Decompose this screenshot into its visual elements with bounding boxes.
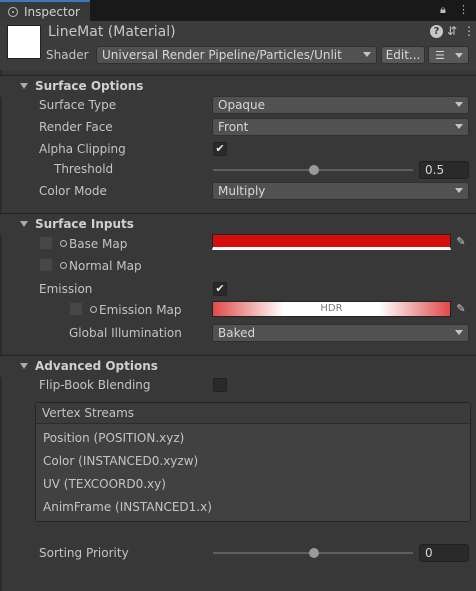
vertex-streams-header: Vertex Streams xyxy=(36,403,470,424)
global-illumination-value: Baked xyxy=(218,326,256,340)
edit-button[interactable]: Edit... xyxy=(381,46,425,64)
color-mode-dropdown[interactable]: Multiply xyxy=(212,182,469,200)
surface-type-dropdown[interactable]: Opaque xyxy=(212,96,469,114)
list-item[interactable]: AnimFrame (INSTANCED1.x) xyxy=(43,500,212,514)
flip-book-label: Flip-Book Blending xyxy=(39,378,151,392)
tab-label: Inspector xyxy=(24,4,80,19)
flip-book-checkbox[interactable] xyxy=(213,378,227,392)
sorting-priority-slider-thumb[interactable] xyxy=(309,548,319,558)
render-face-label: Render Face xyxy=(39,120,113,134)
tab-inspector[interactable]: Inspector xyxy=(0,0,90,21)
section-advanced-options[interactable]: Advanced Options xyxy=(0,355,476,377)
emission-checkbox[interactable]: ✔ xyxy=(213,282,227,296)
threshold-field[interactable]: 0.5 xyxy=(419,161,469,179)
settings-sliders-icon[interactable]: ⇵ xyxy=(447,24,457,38)
kebab-menu-icon[interactable]: ⋮ xyxy=(463,24,475,38)
render-face-dropdown[interactable]: Front xyxy=(212,118,469,136)
object-picker-icon[interactable] xyxy=(60,240,67,247)
material-title: LineMat (Material) xyxy=(48,24,176,40)
section-title: Surface Options xyxy=(35,79,144,93)
foldout-arrow-icon xyxy=(20,221,28,227)
alpha-clipping-checkbox[interactable]: ✔ xyxy=(213,142,227,156)
foldout-arrow-icon xyxy=(20,83,28,89)
alpha-clipping-label: Alpha Clipping xyxy=(39,142,126,156)
chevron-down-icon xyxy=(455,188,463,193)
shader-label: Shader xyxy=(46,48,89,62)
lock-icon[interactable]: 🔒︎ xyxy=(440,3,446,17)
eyedropper-icon[interactable]: ✎ xyxy=(454,235,468,249)
vertex-streams-title: Vertex Streams xyxy=(42,406,135,420)
list-icon: ☰ xyxy=(435,49,445,62)
color-mode-value: Multiply xyxy=(218,184,266,198)
chevron-down-icon xyxy=(455,124,463,129)
shader-dropdown[interactable]: Universal Render Pipeline/Particles/Unli… xyxy=(96,46,377,64)
emission-label: Emission xyxy=(39,282,93,296)
surface-type-label: Surface Type xyxy=(39,98,117,112)
chevron-down-icon xyxy=(455,330,463,335)
section-surface-inputs[interactable]: Surface Inputs xyxy=(0,213,476,235)
foldout-arrow-icon xyxy=(20,363,28,369)
chevron-down-icon xyxy=(455,53,463,58)
panel-left-edge xyxy=(0,70,2,591)
emission-color-field[interactable]: HDR xyxy=(212,301,451,317)
list-item[interactable]: Position (POSITION.xyz) xyxy=(43,431,184,445)
eyedropper-icon[interactable]: ✎ xyxy=(454,302,468,316)
color-mode-label: Color Mode xyxy=(39,184,107,198)
chevron-down-icon xyxy=(363,52,371,57)
base-map-color-field[interactable] xyxy=(212,234,451,250)
base-map-label: Base Map xyxy=(69,237,128,251)
render-face-value: Front xyxy=(218,120,249,134)
material-preview-swatch[interactable] xyxy=(7,25,41,59)
chevron-down-icon xyxy=(455,102,463,107)
list-item[interactable]: UV (TEXCOORD0.xy) xyxy=(43,477,166,491)
info-icon xyxy=(8,6,18,17)
list-item[interactable]: Color (INSTANCED0.xyzw) xyxy=(43,454,198,468)
sorting-priority-label: Sorting Priority xyxy=(39,546,129,560)
hdr-badge: HDR xyxy=(320,303,343,314)
normal-map-texture-slot[interactable] xyxy=(39,258,53,272)
sorting-priority-field[interactable]: 0 xyxy=(419,544,469,562)
emission-map-label: Emission Map xyxy=(99,303,182,317)
threshold-label: Threshold xyxy=(54,162,114,176)
object-picker-icon[interactable] xyxy=(90,306,97,313)
help-icon[interactable]: ? xyxy=(430,25,443,38)
kebab-menu-icon[interactable]: ⋮ xyxy=(458,3,469,16)
section-title: Advanced Options xyxy=(35,359,158,373)
list-dropdown-button[interactable]: ☰ xyxy=(428,46,469,64)
threshold-slider-thumb[interactable] xyxy=(309,165,319,175)
base-map-texture-slot[interactable] xyxy=(39,236,53,250)
global-illumination-dropdown[interactable]: Baked xyxy=(212,324,469,342)
section-surface-options[interactable]: Surface Options xyxy=(0,75,476,97)
surface-type-value: Opaque xyxy=(218,98,266,112)
object-picker-icon[interactable] xyxy=(60,262,67,269)
normal-map-label: Normal Map xyxy=(69,259,142,273)
shader-dropdown-value: Universal Render Pipeline/Particles/Unli… xyxy=(102,48,342,62)
section-title: Surface Inputs xyxy=(35,217,134,231)
emission-map-texture-slot[interactable] xyxy=(69,302,83,316)
global-illumination-label: Global Illumination xyxy=(69,326,182,340)
